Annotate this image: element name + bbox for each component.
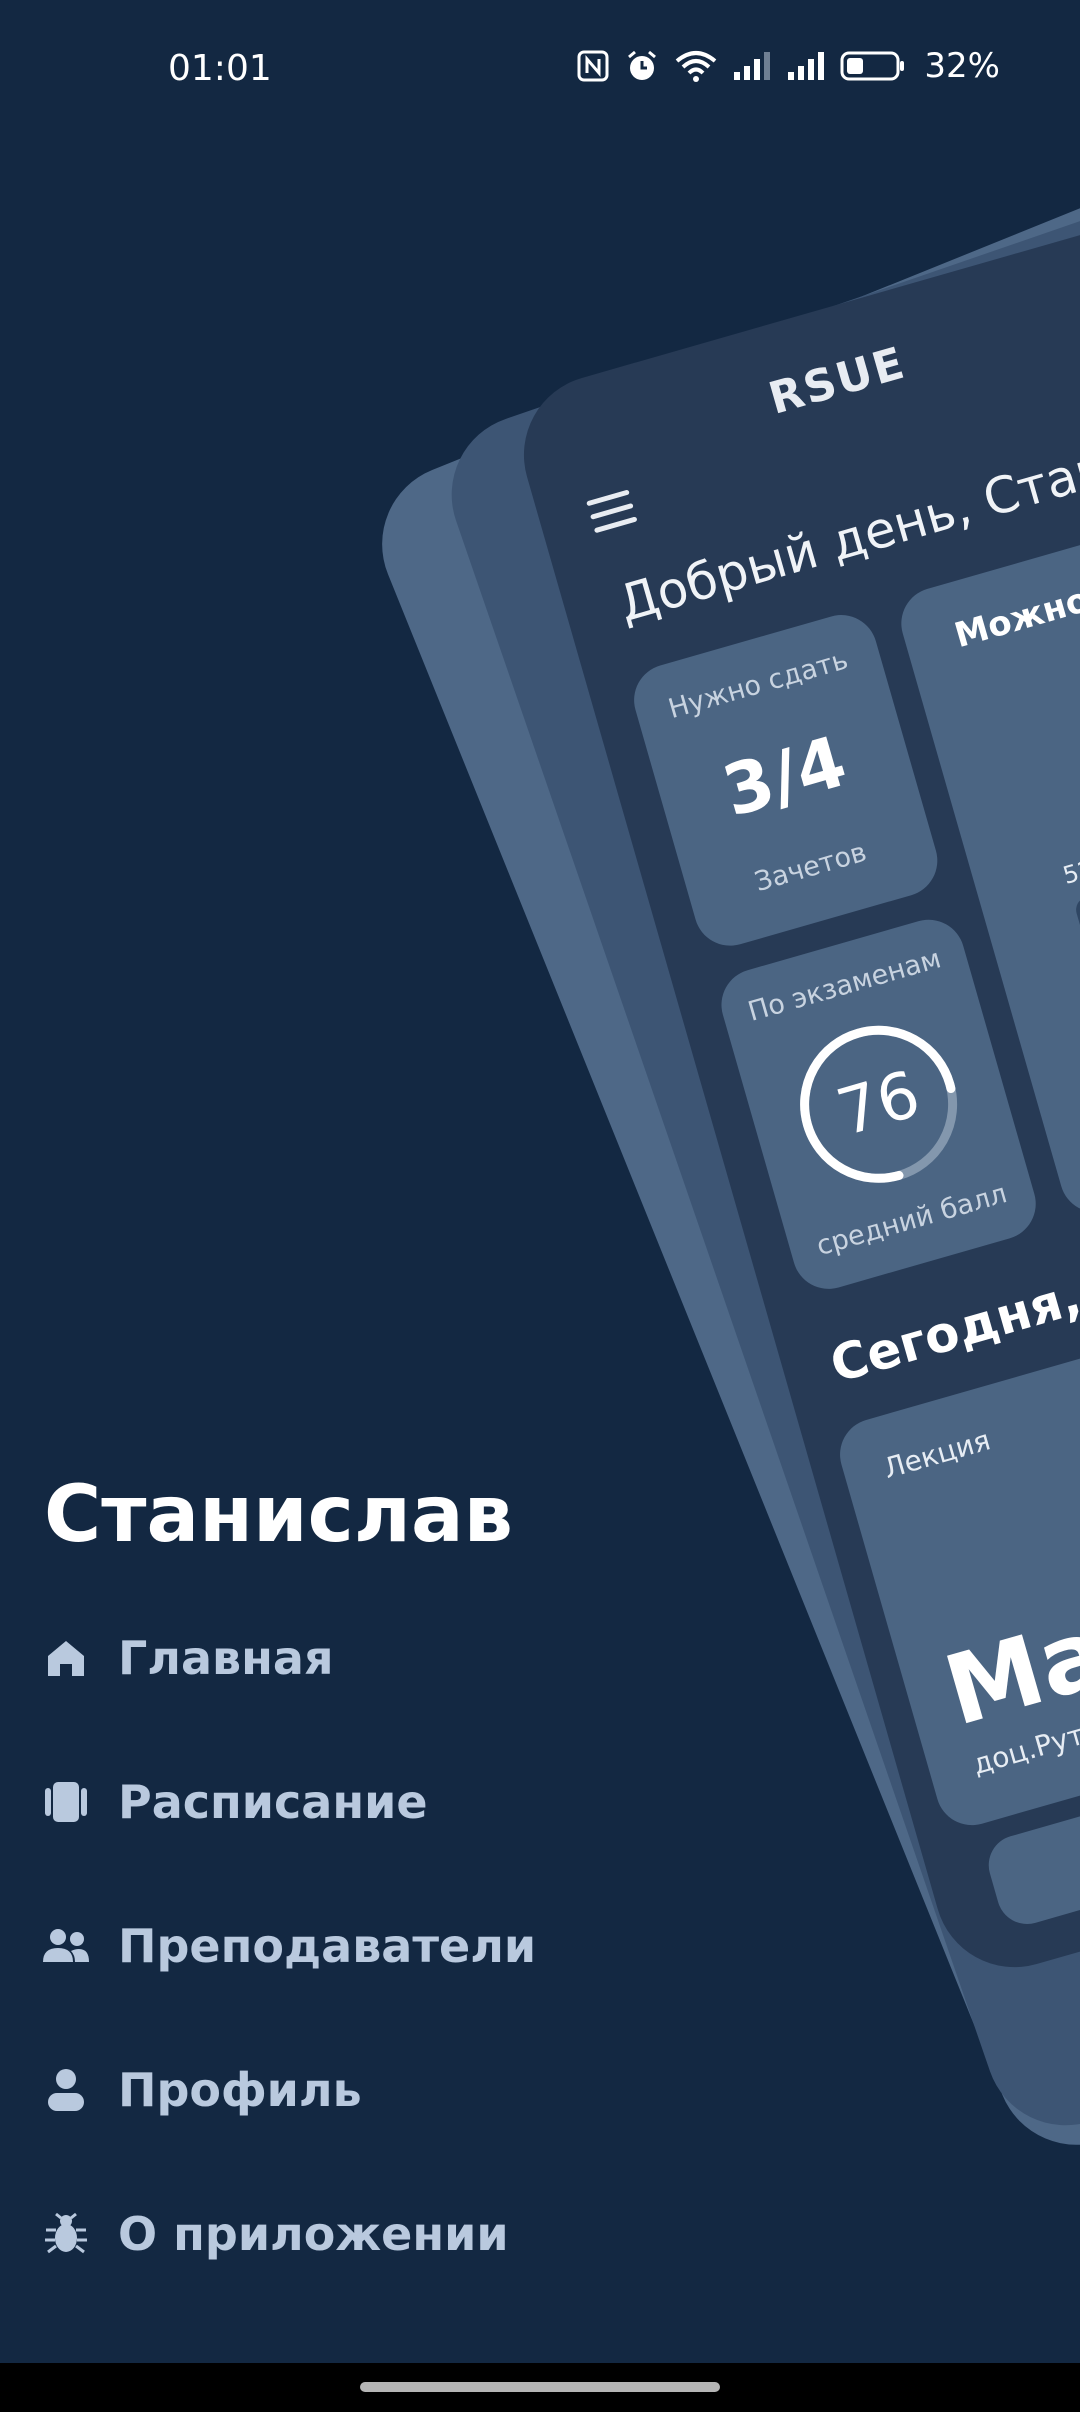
user-name: Станислав xyxy=(44,1470,513,1560)
hamburger-menu-icon[interactable] xyxy=(586,489,638,536)
battery-percent: 32% xyxy=(924,46,1000,86)
credits-tile[interactable]: Нужно сдать 3/4 Зачетов xyxy=(625,606,946,955)
teachers-icon xyxy=(40,1920,92,1972)
alarm-icon xyxy=(628,50,657,80)
wifi-icon xyxy=(676,51,717,82)
drawer-item-label: Расписание xyxy=(118,1775,428,1829)
drawer-item-home[interactable]: Главная xyxy=(40,1613,560,1703)
drawer-item-profile[interactable]: Профиль xyxy=(40,2045,560,2135)
status-icons: 32% xyxy=(576,46,1000,86)
battery-icon xyxy=(840,51,905,81)
drawer-item-label: Главная xyxy=(118,1631,334,1685)
drawer-item-about[interactable]: О приложении xyxy=(40,2189,560,2279)
home-gesture-handle[interactable] xyxy=(360,2382,720,2392)
signal-icon xyxy=(734,52,771,80)
drawer-item-label: Профиль xyxy=(118,2063,362,2117)
bug-icon xyxy=(40,2208,92,2260)
drawer-item-label: О приложении xyxy=(118,2207,509,2261)
drawer-item-teachers[interactable]: Преподаватели xyxy=(40,1901,560,1991)
exams-average-value: 76 xyxy=(829,1057,928,1152)
status-time: 01:01 xyxy=(168,48,272,89)
bar-value-label: 52 xyxy=(1059,854,1080,890)
app-logo: RSUE xyxy=(763,337,912,425)
score-bar xyxy=(1073,893,1080,1094)
system-nav-bar xyxy=(0,2363,1080,2412)
drawer-item-label: Преподаватели xyxy=(118,1919,537,1973)
profile-icon xyxy=(40,2064,92,2116)
scores-chart-title: Можно по xyxy=(950,564,1080,657)
home-icon xyxy=(40,1632,92,1684)
exams-tile[interactable]: По экзаменам 76 средний балл xyxy=(712,911,1045,1298)
lecture-type: Лекция xyxy=(879,1423,995,1486)
signal-icon xyxy=(788,52,825,80)
credits-value: 3/4 xyxy=(714,720,856,833)
lecture-subject: Мате xyxy=(933,1562,1080,1748)
status-bar: 01:01 32% xyxy=(0,0,1080,140)
nfc-icon xyxy=(577,50,609,82)
drawer-item-schedule[interactable]: Расписание xyxy=(40,1757,560,1847)
schedule-icon xyxy=(40,1776,92,1828)
